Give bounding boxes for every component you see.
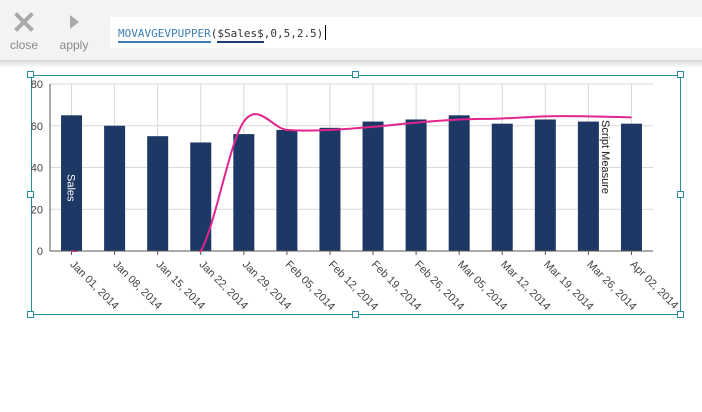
y-tick-label: 40 <box>31 163 43 175</box>
bar-10 <box>448 115 470 251</box>
series-label-script-measure: Script Measure <box>599 120 611 194</box>
bar-5 <box>233 134 255 251</box>
bar-12 <box>534 119 556 251</box>
bar-9 <box>405 119 427 251</box>
bar-3 <box>147 136 169 251</box>
bar-11 <box>491 123 513 251</box>
y-tick-label: 0 <box>37 246 43 258</box>
bar-8 <box>362 121 384 251</box>
series-label-sales: Sales <box>65 174 77 202</box>
chart: 020406080Jan 01, 2014Jan 08, 2014Jan 15,… <box>31 79 681 313</box>
bar-13 <box>577 121 599 251</box>
y-tick-label: 20 <box>31 204 43 216</box>
y-tick-label: 60 <box>31 121 43 133</box>
y-tick-label: 80 <box>31 79 43 91</box>
bar-6 <box>276 129 298 251</box>
bar-7 <box>319 127 341 251</box>
bar-2 <box>104 125 126 251</box>
bar-14 <box>620 123 642 251</box>
